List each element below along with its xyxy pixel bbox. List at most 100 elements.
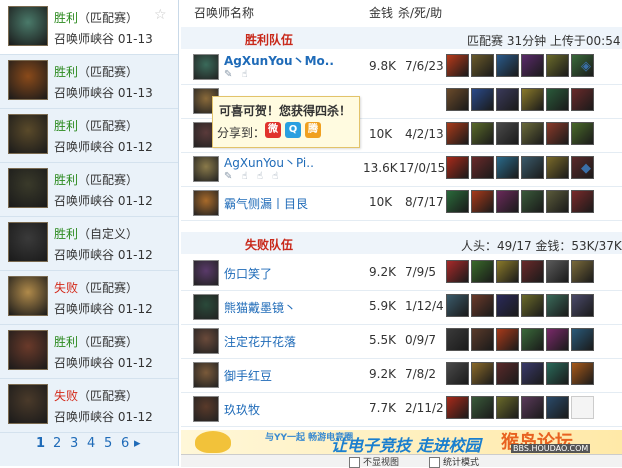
item-icon[interactable] [446,122,469,145]
item-icon[interactable] [546,396,569,419]
item-icon[interactable] [571,362,594,385]
champion-avatar [8,60,48,100]
player-row[interactable]: AgXunYou丶Pi.. ✎ ☝ ☝ ☝ 13.6K 17/0/15 ◆ [181,152,622,187]
next-page-icon[interactable]: ▸ [134,436,141,451]
item-icon[interactable] [471,156,494,179]
item-icon[interactable] [471,294,494,317]
item-icon[interactable] [546,54,569,77]
player-row[interactable]: AgXunYou丶Mo.. ✎ ☝ 9.8K 7/6/23 ◈ [181,50,622,85]
item-icon[interactable] [471,54,494,77]
tencent-share-icon[interactable]: 腾 [305,122,321,138]
item-icon[interactable] [571,294,594,317]
summoner-name[interactable]: 熊猫戴墨镜丶 [224,299,296,316]
history-item[interactable]: 胜利（匹配赛） 召唤师峡谷 01-13 [0,54,178,109]
item-icon[interactable] [471,328,494,351]
summoner-name[interactable]: AgXunYou丶Pi.. [224,154,314,171]
item-icon[interactable] [571,260,594,283]
item-icon[interactable] [571,328,594,351]
item-icon[interactable] [471,260,494,283]
item-icon[interactable] [496,190,519,213]
item-icon[interactable] [571,190,594,213]
page-link[interactable]: 6 [121,436,129,451]
item-icon[interactable] [546,122,569,145]
history-item[interactable]: 胜利（匹配赛） 召唤师峡谷 01-12 [0,324,178,379]
item-icon[interactable] [446,54,469,77]
option1-checkbox[interactable] [349,457,360,468]
player-row[interactable]: 玖玖牧 7.7K 2/11/2 [181,392,622,427]
item-icon[interactable] [446,328,469,351]
item-icon[interactable] [521,122,544,145]
champion-avatar [8,330,48,370]
item-icon[interactable] [546,362,569,385]
match-map-date: 召唤师峡谷 01-12 [54,138,153,155]
item-icon[interactable] [496,54,519,77]
item-icon[interactable] [446,260,469,283]
summoner-name[interactable]: 玖玖牧 [224,401,260,418]
summoner-name[interactable]: 注定花开花落 [224,333,296,350]
player-row[interactable]: 御手红豆 9.2K 7/8/2 [181,358,622,393]
item-icon[interactable] [521,294,544,317]
item-icon[interactable] [571,396,594,419]
item-icon[interactable] [496,122,519,145]
page-link[interactable]: 2 [53,436,61,451]
page-link[interactable]: 3 [70,436,78,451]
item-icon[interactable] [521,328,544,351]
summoner-name[interactable]: 伤口笑了 [224,265,272,282]
item-icon[interactable] [521,190,544,213]
item-icon[interactable] [471,190,494,213]
item-icon[interactable] [471,396,494,419]
item-icon[interactable] [521,396,544,419]
option2-checkbox[interactable] [429,457,440,468]
item-icon[interactable] [446,88,469,111]
item-icon[interactable] [546,294,569,317]
item-icon[interactable] [546,88,569,111]
item-icon[interactable] [496,396,519,419]
history-item[interactable]: 失败（匹配赛） 召唤师峡谷 01-12 [0,378,178,433]
history-item[interactable]: 胜利（匹配赛） 召唤师峡谷 01-12 [0,108,178,163]
summoner-name[interactable]: 霸气侧漏丨目艮 [224,195,308,212]
item-icon[interactable] [521,260,544,283]
item-icon[interactable] [496,328,519,351]
page-link[interactable]: 5 [104,436,112,451]
item-icon[interactable] [571,88,594,111]
item-icon[interactable] [446,156,469,179]
player-row[interactable]: 伤口笑了 9.2K 7/9/5 [181,256,622,291]
history-item[interactable]: 胜利（自定义） 召唤师峡谷 01-12 [0,216,178,271]
item-icon[interactable] [521,362,544,385]
item-icon[interactable] [496,260,519,283]
page-link[interactable]: 1 [36,436,45,451]
player-row[interactable]: 注定花开花落 5.5K 0/9/7 [181,324,622,359]
item-icon[interactable] [546,190,569,213]
item-icon[interactable] [521,54,544,77]
item-icon[interactable] [446,190,469,213]
champion-avatar [8,114,48,154]
item-icon[interactable] [446,362,469,385]
player-row[interactable]: 霸气侧漏丨目艮 10K 8/7/17 [181,186,622,221]
item-icon[interactable] [571,122,594,145]
history-item[interactable]: 失败（匹配赛） 召唤师峡谷 01-12 [0,270,178,325]
item-icon[interactable] [496,88,519,111]
history-item[interactable]: 胜利（匹配赛） 召唤师峡谷 01-13 ☆ [0,0,178,55]
weibo-share-icon[interactable]: 微 [265,122,281,138]
item-icon[interactable] [471,122,494,145]
item-icon[interactable] [446,294,469,317]
item-icon[interactable] [446,396,469,419]
qzone-share-icon[interactable]: Q [285,122,301,138]
ad-banner[interactable]: 与YY一起 畅游电竞圈 让电子竞技 走进校园 猴岛论坛 BBS.HOUDAO.C… [181,430,622,454]
favorite-star-icon[interactable]: ☆ [154,7,167,23]
item-icon[interactable] [471,362,494,385]
summoner-name[interactable]: AgXunYou丶Mo.. [224,52,334,69]
item-icon[interactable] [546,260,569,283]
page-link[interactable]: 4 [87,436,95,451]
item-icon[interactable] [521,88,544,111]
item-icon[interactable] [471,88,494,111]
item-icon[interactable] [546,156,569,179]
item-icon[interactable] [521,156,544,179]
item-icon[interactable] [546,328,569,351]
player-row[interactable]: 熊猫戴墨镜丶 5.9K 1/12/4 [181,290,622,325]
summoner-name[interactable]: 御手红豆 [224,367,272,384]
item-icon[interactable] [496,294,519,317]
item-icon[interactable] [496,362,519,385]
item-icon[interactable] [496,156,519,179]
history-item[interactable]: 胜利（匹配赛） 召唤师峡谷 01-12 [0,162,178,217]
